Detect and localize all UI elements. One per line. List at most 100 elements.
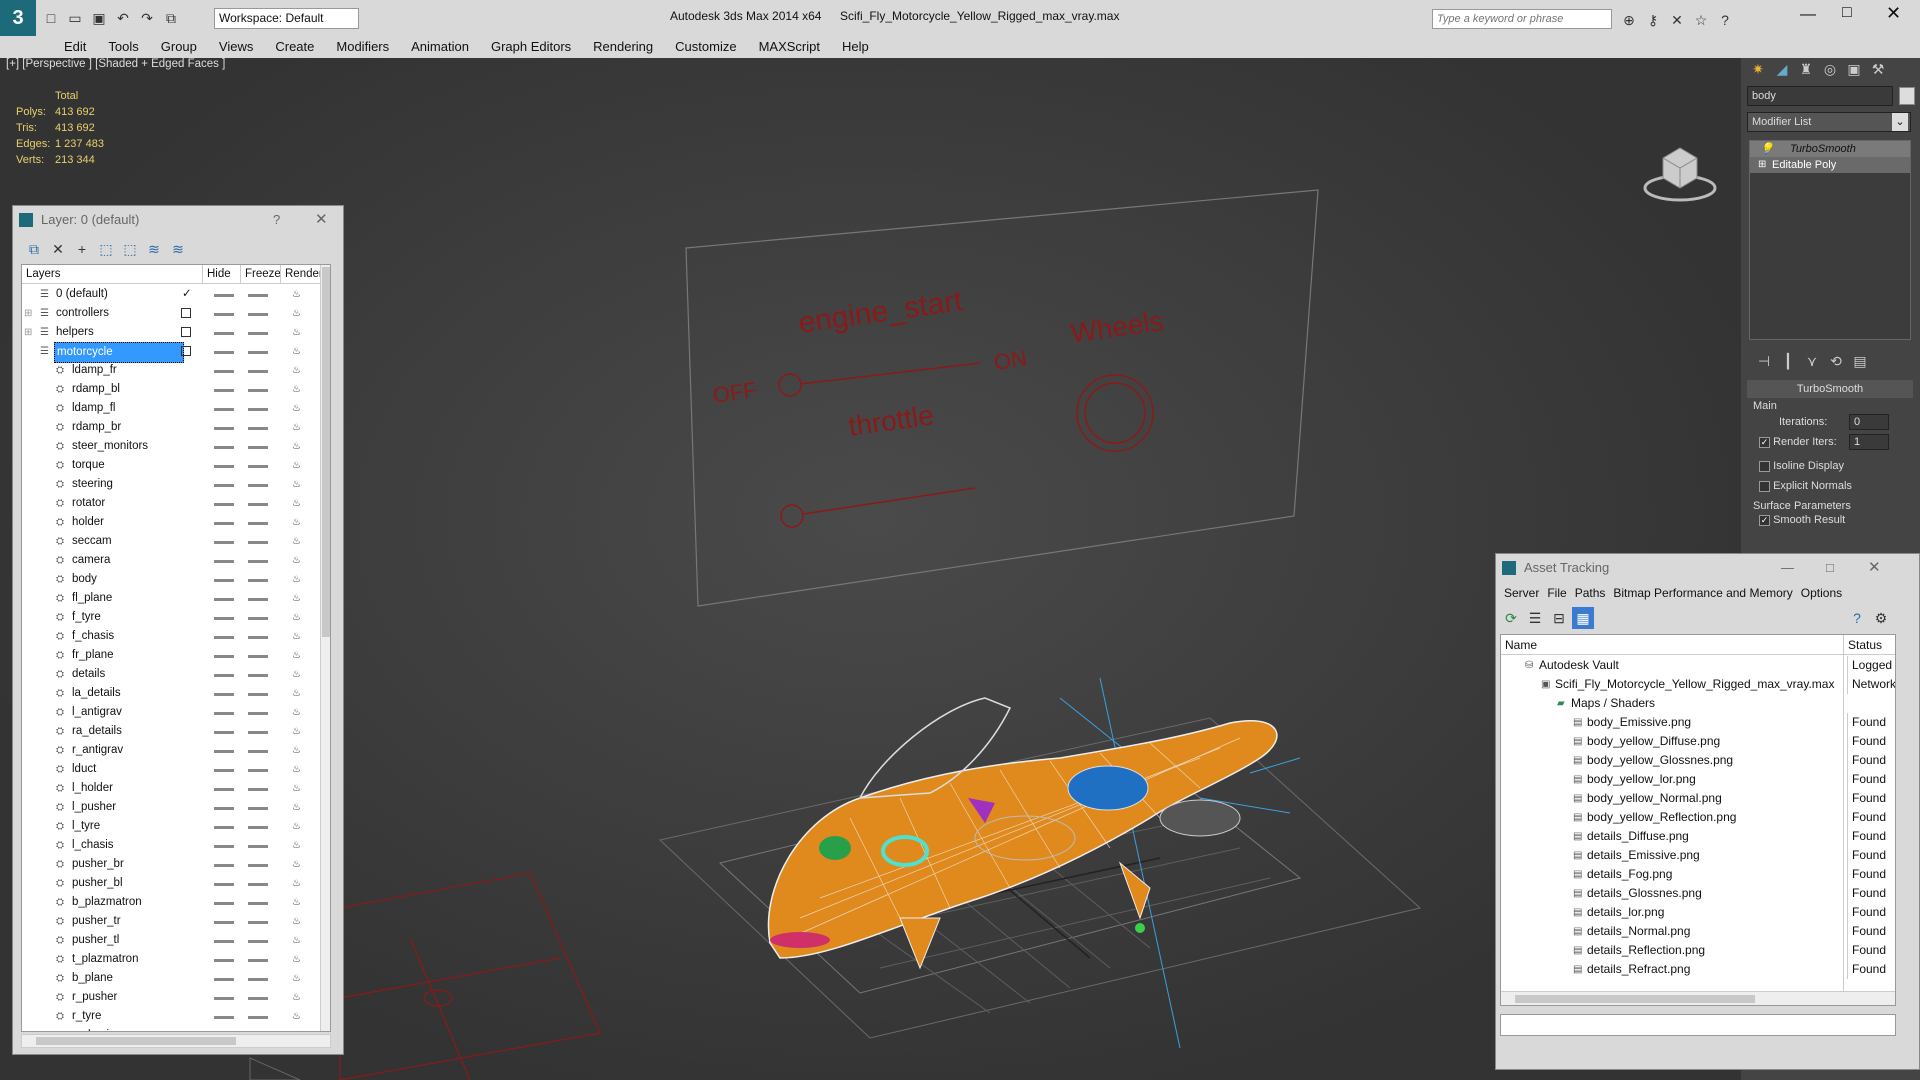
hide-toggle[interactable]: ▬▬	[214, 475, 234, 494]
render-teapot-icon[interactable]: ♨	[292, 931, 301, 950]
render-teapot-icon[interactable]: ♨	[292, 760, 301, 779]
render-teapot-icon[interactable]: ♨	[292, 323, 301, 342]
render-teapot-icon[interactable]: ♨	[292, 551, 301, 570]
binoculars-icon[interactable]: ⊕	[1618, 9, 1640, 31]
render-teapot-icon[interactable]: ♨	[292, 779, 301, 798]
pin-stack-icon[interactable]: ⊣	[1753, 350, 1775, 372]
asset-menu-server[interactable]: Server	[1500, 586, 1543, 600]
freeze-toggle[interactable]: ▬▬	[248, 950, 268, 969]
isoline-checkbox[interactable]	[1759, 460, 1770, 472]
col-name[interactable]: Name	[1505, 635, 1537, 655]
hide-toggle[interactable]: ▬▬	[214, 304, 234, 323]
render-teapot-icon[interactable]: ♨	[292, 703, 301, 722]
add-to-layer-icon[interactable]: +	[71, 238, 93, 260]
layer-vertical-scrollbar[interactable]	[320, 265, 330, 1031]
freeze-toggle[interactable]: ▬▬	[248, 817, 268, 836]
freeze-toggle[interactable]: ▬▬	[248, 304, 268, 323]
hide-toggle[interactable]: ▬▬	[214, 1026, 234, 1031]
menu-help[interactable]: Help	[831, 36, 880, 58]
object-color-swatch[interactable]	[1899, 87, 1915, 105]
hide-toggle[interactable]: ▬▬	[214, 912, 234, 931]
render-teapot-icon[interactable]: ♨	[292, 627, 301, 646]
asset-menu-paths[interactable]: Paths	[1571, 586, 1610, 600]
hide-toggle[interactable]: ▬▬	[214, 627, 234, 646]
object-row[interactable]: ⛭ r_chasis ▬▬ ▬▬ ♨	[22, 1026, 322, 1031]
freeze-toggle[interactable]: ▬▬	[248, 361, 268, 380]
layer-close-button[interactable]: ✕	[315, 206, 328, 234]
object-row[interactable]: ⛭ l_antigrav ▬▬ ▬▬ ♨	[22, 703, 322, 722]
render-teapot-icon[interactable]: ♨	[292, 969, 301, 988]
hide-toggle[interactable]: ▬▬	[214, 570, 234, 589]
undo-icon[interactable]: ↶	[112, 7, 134, 29]
layer-checkbox[interactable]	[181, 346, 191, 356]
asset-row[interactable]: ▤ body_yellow_Diffuse.png Found	[1501, 732, 1895, 751]
asset-row[interactable]: ▤ details_Emissive.png Found	[1501, 846, 1895, 865]
stack-item-turbosmooth[interactable]: 💡 TurboSmooth	[1750, 141, 1910, 157]
tree-view-icon[interactable]: ⊟	[1548, 607, 1570, 629]
asset-maximize-button[interactable]: □	[1826, 554, 1834, 582]
freeze-toggle[interactable]: ▬▬	[248, 665, 268, 684]
turbosmooth-rollout-title[interactable]: TurboSmooth	[1747, 380, 1913, 398]
layer-row[interactable]: ☰ 0 (default) ✓ ▬▬ ▬▬ ♨	[22, 285, 322, 304]
freeze-toggle[interactable]: ▬▬	[248, 513, 268, 532]
render-teapot-icon[interactable]: ♨	[292, 912, 301, 931]
asset-minimize-button[interactable]: —	[1781, 554, 1794, 582]
menu-modifiers[interactable]: Modifiers	[325, 36, 400, 58]
expand-icon[interactable]: ⊞	[24, 323, 32, 342]
iterations-spinner[interactable]: 0	[1849, 414, 1889, 430]
asset-row[interactable]: ▤ body_yellow_Normal.png Found	[1501, 789, 1895, 808]
freeze-toggle[interactable]: ▬▬	[248, 855, 268, 874]
explicit-normals-checkbox[interactable]	[1759, 480, 1770, 492]
freeze-toggle[interactable]: ▬▬	[248, 342, 268, 361]
hide-toggle[interactable]: ▬▬	[214, 361, 234, 380]
render-teapot-icon[interactable]: ♨	[292, 722, 301, 741]
freeze-toggle[interactable]: ▬▬	[248, 285, 268, 304]
object-row[interactable]: ⛭ pusher_bl ▬▬ ▬▬ ♨	[22, 874, 322, 893]
freeze-toggle[interactable]: ▬▬	[248, 570, 268, 589]
asset-row[interactable]: ▤ body_yellow_Glossnes.png Found	[1501, 751, 1895, 770]
render-teapot-icon[interactable]: ♨	[292, 874, 301, 893]
layer-window-titlebar[interactable]: Layer: 0 (default) ? ✕	[13, 206, 343, 234]
asset-menu-bitmap[interactable]: Bitmap Performance and Memory	[1609, 586, 1796, 600]
layer-help-button[interactable]: ?	[273, 206, 280, 234]
freeze-toggle[interactable]: ▬▬	[248, 684, 268, 703]
render-teapot-icon[interactable]: ♨	[292, 380, 301, 399]
object-row[interactable]: ⛭ holder ▬▬ ▬▬ ♨	[22, 513, 322, 532]
object-row[interactable]: ⛭ steering ▬▬ ▬▬ ♨	[22, 475, 322, 494]
object-row[interactable]: ⛭ pusher_tr ▬▬ ▬▬ ♨	[22, 912, 322, 931]
hide-toggle[interactable]: ▬▬	[214, 665, 234, 684]
hide-toggle[interactable]: ▬▬	[214, 684, 234, 703]
hide-toggle[interactable]: ▬▬	[214, 285, 234, 304]
asset-row[interactable]: ▤ details_Refract.png Found	[1501, 960, 1895, 979]
object-row[interactable]: ⛭ b_plane ▬▬ ▬▬ ♨	[22, 969, 322, 988]
object-row[interactable]: ⛭ fr_plane ▬▬ ▬▬ ♨	[22, 646, 322, 665]
render-iters-spinner[interactable]: 1	[1849, 434, 1889, 450]
hide-toggle[interactable]: ▬▬	[214, 399, 234, 418]
object-row[interactable]: ⛭ camera ▬▬ ▬▬ ♨	[22, 551, 322, 570]
hide-toggle[interactable]: ▬▬	[214, 589, 234, 608]
hide-toggle[interactable]: ▬▬	[214, 532, 234, 551]
hide-toggle[interactable]: ▬▬	[214, 798, 234, 817]
freeze-toggle[interactable]: ▬▬	[248, 741, 268, 760]
asset-row[interactable]: ▤ details_Reflection.png Found	[1501, 941, 1895, 960]
object-row[interactable]: ⛭ l_pusher ▬▬ ▬▬ ♨	[22, 798, 322, 817]
delete-layer-icon[interactable]: ✕	[47, 238, 69, 260]
object-name-field[interactable]: body	[1747, 86, 1893, 106]
layer-row[interactable]: ⊞ ☰ helpers ▬▬ ▬▬ ♨	[22, 323, 322, 342]
render-teapot-icon[interactable]: ♨	[292, 1007, 301, 1026]
menu-tools[interactable]: Tools	[97, 36, 149, 58]
hide-toggle[interactable]: ▬▬	[214, 323, 234, 342]
asset-row[interactable]: ▤ details_lor.png Found	[1501, 903, 1895, 922]
freeze-toggle[interactable]: ▬▬	[248, 931, 268, 950]
render-teapot-icon[interactable]: ♨	[292, 988, 301, 1007]
freeze-toggle[interactable]: ▬▬	[248, 532, 268, 551]
asset-row[interactable]: ▤ body_yellow_Reflection.png Found	[1501, 808, 1895, 827]
menu-graph-editors[interactable]: Graph Editors	[480, 36, 582, 58]
layer-horizontal-scrollbar[interactable]	[21, 1034, 331, 1048]
save-icon[interactable]: ▣	[88, 7, 110, 29]
freeze-toggle[interactable]: ▬▬	[248, 608, 268, 627]
asset-row[interactable]: ▤ body_Emissive.png Found	[1501, 713, 1895, 732]
asset-horizontal-scrollbar[interactable]	[1501, 991, 1895, 1005]
freeze-toggle[interactable]: ▬▬	[248, 627, 268, 646]
hide-toggle[interactable]: ▬▬	[214, 741, 234, 760]
